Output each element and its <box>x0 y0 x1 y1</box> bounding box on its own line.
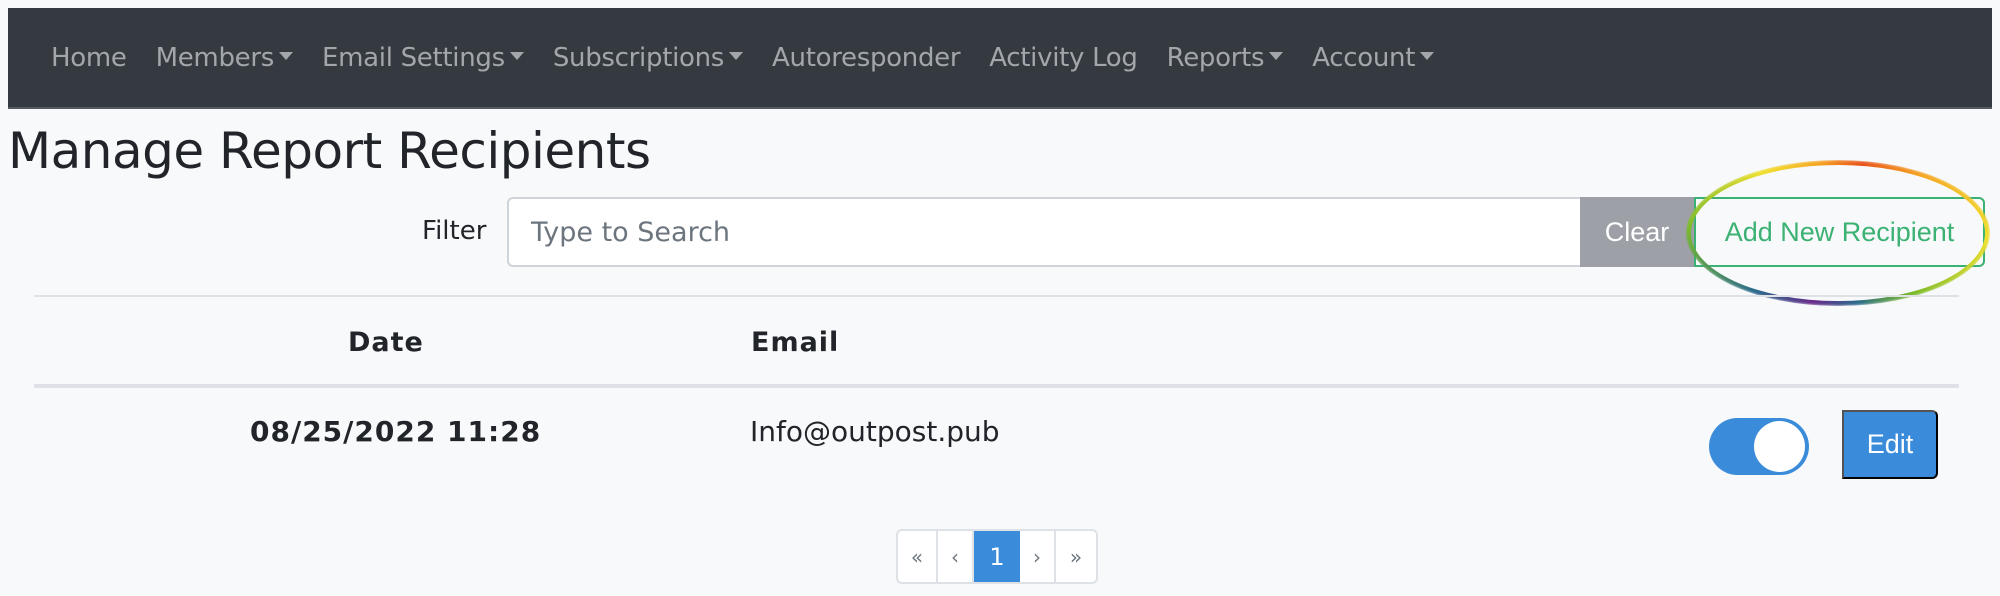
nav-home-label: Home <box>51 42 127 73</box>
column-header-email[interactable]: Email <box>751 327 839 358</box>
page-current-button[interactable]: 1 <box>974 531 1020 582</box>
caret-down-icon <box>1269 51 1284 60</box>
nav-reports-label: Reports <box>1166 42 1265 73</box>
edit-button[interactable]: Edit <box>1842 410 1938 479</box>
page-prev-button[interactable]: ‹ <box>938 531 974 582</box>
divider <box>34 295 1959 297</box>
page-title: Manage Report Recipients <box>8 122 651 180</box>
nav-account[interactable]: Account <box>1312 42 1435 73</box>
nav-subscriptions[interactable]: Subscriptions <box>552 42 744 73</box>
caret-down-icon <box>729 51 744 60</box>
caret-down-icon <box>1420 51 1435 60</box>
row-date: 08/25/2022 11:28 <box>250 415 542 448</box>
column-header-date[interactable]: Date <box>348 327 424 358</box>
nav-subscriptions-label: Subscriptions <box>552 42 725 73</box>
add-new-recipient-button[interactable]: Add New Recipient <box>1694 197 1985 267</box>
nav-autoresponder[interactable]: Autoresponder <box>772 42 961 73</box>
page-next-button[interactable]: › <box>1020 531 1056 582</box>
nav-activity-log[interactable]: Activity Log <box>989 42 1138 73</box>
filter-label: Filter <box>422 216 487 246</box>
clear-button[interactable]: Clear <box>1580 197 1694 267</box>
main-navbar: Home Members Email Settings Subscription… <box>8 8 1992 109</box>
nav-reports[interactable]: Reports <box>1167 43 1284 73</box>
nav-home[interactable]: Home <box>51 43 127 73</box>
nav-autoresponder-label: Autoresponder <box>772 42 961 73</box>
nav-activity-log-label: Activity Log <box>989 42 1138 73</box>
caret-down-icon <box>509 51 524 60</box>
nav-email-settings[interactable]: Email Settings <box>322 43 524 73</box>
pagination: « ‹ 1 › » <box>896 529 1098 584</box>
row-email: Info@outpost.pub <box>750 415 1000 448</box>
table-header-divider <box>34 384 1959 388</box>
toggle-knob <box>1754 421 1805 472</box>
nav-members[interactable]: Members <box>156 43 293 73</box>
nav-members-label: Members <box>155 42 275 73</box>
search-input[interactable] <box>507 197 1581 267</box>
page-first-button[interactable]: « <box>898 531 938 582</box>
nav-email-settings-label: Email Settings <box>322 42 505 73</box>
nav-account-label: Account <box>1312 42 1416 73</box>
page-last-button[interactable]: » <box>1056 531 1096 582</box>
enabled-toggle[interactable] <box>1709 418 1809 475</box>
caret-down-icon <box>279 51 293 60</box>
